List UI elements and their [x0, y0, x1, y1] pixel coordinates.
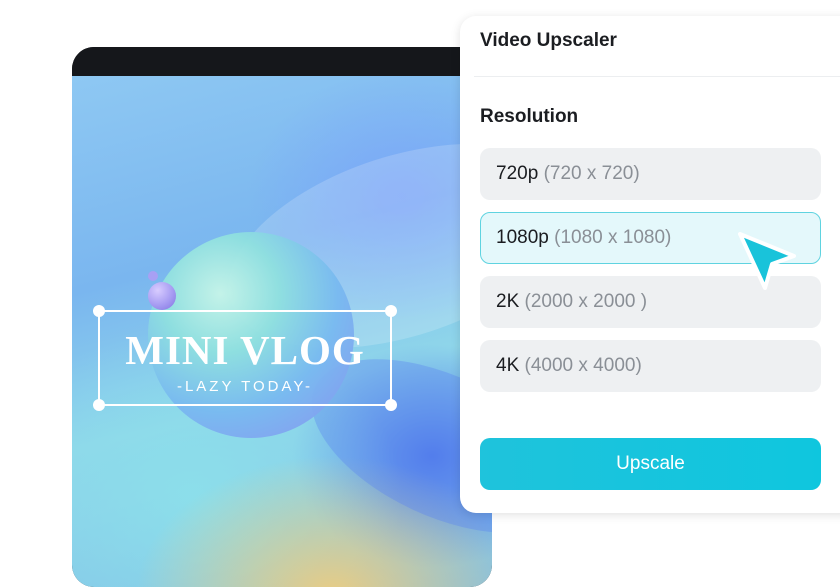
- video-preview: MINI VLOG -LAZY TODAY-: [72, 47, 492, 587]
- upscale-button[interactable]: Upscale: [480, 438, 821, 490]
- video-title-text: MINI VLOG: [125, 327, 365, 373]
- resize-handle-top-left[interactable]: [93, 305, 105, 317]
- sphere-decoration: [148, 282, 176, 310]
- pointer-arrow-icon: [738, 232, 796, 290]
- resize-handle-top-right[interactable]: [385, 305, 397, 317]
- sphere-decoration: [148, 271, 158, 281]
- text-selection-box[interactable]: MINI VLOG -LAZY TODAY-: [93, 305, 397, 411]
- resolution-option-720p[interactable]: 720p (720 x 720): [480, 148, 821, 200]
- resolution-label: Resolution: [480, 106, 579, 127]
- option-name: 2K: [496, 291, 520, 312]
- resolution-option-4k[interactable]: 4K (4000 x 4000): [480, 340, 821, 392]
- resize-handle-bottom-right[interactable]: [385, 399, 397, 411]
- video-canvas[interactable]: MINI VLOG -LAZY TODAY-: [72, 76, 492, 587]
- option-name: 4K: [496, 355, 520, 376]
- option-name: 720p: [496, 163, 539, 184]
- option-size: (2000 x 2000 ): [524, 291, 648, 312]
- panel-title: Video Upscaler: [480, 30, 617, 51]
- option-size: (4000 x 4000): [524, 355, 642, 376]
- option-size: (1080 x 1080): [554, 227, 672, 248]
- option-size: (720 x 720): [543, 163, 640, 184]
- video-subtitle-text: -LAZY TODAY-: [176, 378, 314, 395]
- option-name: 1080p: [496, 227, 549, 248]
- preview-top-bar: [72, 47, 492, 76]
- resize-handle-bottom-left[interactable]: [93, 399, 105, 411]
- panel-divider: [474, 76, 840, 77]
